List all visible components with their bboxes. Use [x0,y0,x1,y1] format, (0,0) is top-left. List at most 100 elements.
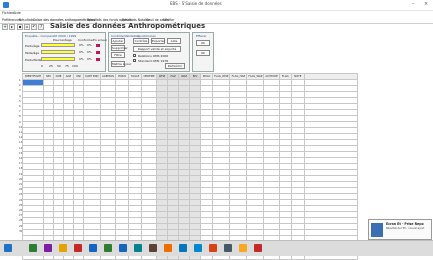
row-number: 17 [19,162,23,166]
word-icon[interactable] [89,244,97,252]
menu-fichier[interactable]: Fichier [2,11,13,15]
col-conforme: Conforme [78,38,93,42]
undo-icon[interactable]: ↶ [31,24,37,30]
value-poids-taille-2: 0% [87,57,92,61]
progress-bar-poids-age [41,43,75,47]
task-view-icon[interactable] [44,244,52,252]
taskbar [0,240,433,256]
pdf-icon[interactable] [254,244,262,252]
row-label-taille-age: Taille/âge [25,51,40,55]
row-number: 22 [19,188,23,192]
row-number: 5 [19,99,21,103]
row-number: 29 [19,224,23,228]
row-number: 1 [19,79,21,82]
row-number: 16 [19,157,23,160]
row-number: 12 [19,136,23,140]
ok-button-2[interactable]: Ok [196,50,210,56]
ok-button-1[interactable]: Ok [196,40,210,46]
row-number: 25 [19,203,23,207]
powerpoint-icon[interactable] [209,244,217,252]
row-number: 27 [19,214,23,218]
row-number: 7 [19,110,21,114]
excel-icon[interactable] [104,244,112,252]
summary-panel: Enquête - Comparatif 2009 / 1999 Pourcen… [22,32,107,72]
right-panel: Effacer Ok Ok [192,32,214,72]
chrome-icon[interactable] [74,244,82,252]
row-number: 6 [19,105,21,108]
row-number: 10 [19,125,23,129]
row-number: 20 [19,177,23,181]
row-number: 30 [19,229,23,233]
explorer-icon[interactable] [59,244,67,252]
scale-0: 0 [41,64,43,68]
app-icon[interactable] [224,244,232,252]
minimize-icon[interactable]: – [412,1,415,7]
notification-title: Ecran Et - Prise Repo [386,222,424,226]
row-number: 2 [19,84,21,88]
window-title: EBS - S'Saisie de données [170,1,222,6]
edge-icon[interactable] [134,244,142,252]
mettre-a-jour-button[interactable]: Mettre à jour [111,61,131,67]
row-number: 23 [19,193,23,197]
row-number: 19 [19,172,23,176]
exporter-button[interactable]: Exporter [151,38,165,44]
ie-icon[interactable] [119,244,127,252]
row-number: 18 [19,167,23,171]
paint-icon[interactable] [164,244,172,252]
row-number: 14 [19,146,23,150]
status-swatch [96,58,100,61]
aide-button[interactable]: Aide [167,38,181,44]
start-icon[interactable] [4,244,12,252]
tab-preferences[interactable]: Préférences [2,18,21,22]
oms-1978-label: Standard OMS 1978 [138,59,169,63]
folder-icon[interactable] [239,244,247,252]
open-icon[interactable]: ▸ [9,24,15,30]
menu-aide[interactable]: Aide [13,11,21,15]
row-number: 11 [19,131,23,134]
close-icon[interactable]: × [424,1,428,7]
scale-50: 50 [57,64,61,68]
row-number: 26 [19,209,23,212]
rafraichir-button[interactable]: Rafraîchir [165,63,185,69]
outlook-icon[interactable] [179,244,187,252]
save-icon[interactable]: ▪ [17,24,23,30]
notification-image [371,223,383,237]
row-number: 8 [19,115,21,119]
row-label-poids-age: Poids/âge [25,44,40,48]
ajouter-button[interactable]: Ajouter [111,38,125,44]
row-number: 9 [19,120,21,124]
col-erreur: En erreur [93,38,107,42]
rapport-button[interactable]: Rapport validé et exporté [133,46,181,52]
actions-panel: Contrôle/Validation Ajout/Ancien Ajouter… [108,32,190,72]
row-number: 15 [19,151,23,155]
scale-100: 100 [72,64,78,68]
oms-1978-checkbox[interactable] [133,59,136,62]
filtre-button[interactable]: Filtre [111,52,125,58]
search-icon[interactable] [29,244,37,252]
row-number: 21 [19,183,23,186]
scale-25: 25 [49,64,53,68]
notification-body: Résultat de l'Et : nouvel ajout [386,227,425,230]
print-icon[interactable]: ▫ [24,24,30,30]
skype-icon[interactable] [194,244,202,252]
progress-bar-poids-taille [41,57,75,61]
value-taille-age-1: 0% [79,50,84,54]
menu-bar: Fichier Aide [0,10,433,17]
value-taille-age-2: 0% [87,50,92,54]
row-label-poids-taille: Poids/Taille [25,58,42,62]
oms-2006-label: Relations OMS 2006 [138,54,169,58]
tab-resultats[interactable]: Résultats [19,18,34,22]
help-icon[interactable]: ? [38,24,44,30]
new-icon[interactable]: + [2,24,8,30]
progress-bar-taille-age [41,50,75,54]
notification-toast[interactable]: Ecran Et - Prise Repo Résultat de l'Et :… [368,219,432,240]
controle-button[interactable]: Contrôle [133,38,149,44]
row-number: 28 [19,219,23,223]
status-swatch [96,51,100,54]
supprimer-button[interactable]: Supprimer [111,45,128,51]
store-icon[interactable] [149,244,157,252]
value-poids-age-1: 0% [79,43,84,47]
oms-2006-checkbox[interactable] [133,54,136,57]
row-number: 13 [19,141,23,145]
row-number: 4 [19,94,21,98]
